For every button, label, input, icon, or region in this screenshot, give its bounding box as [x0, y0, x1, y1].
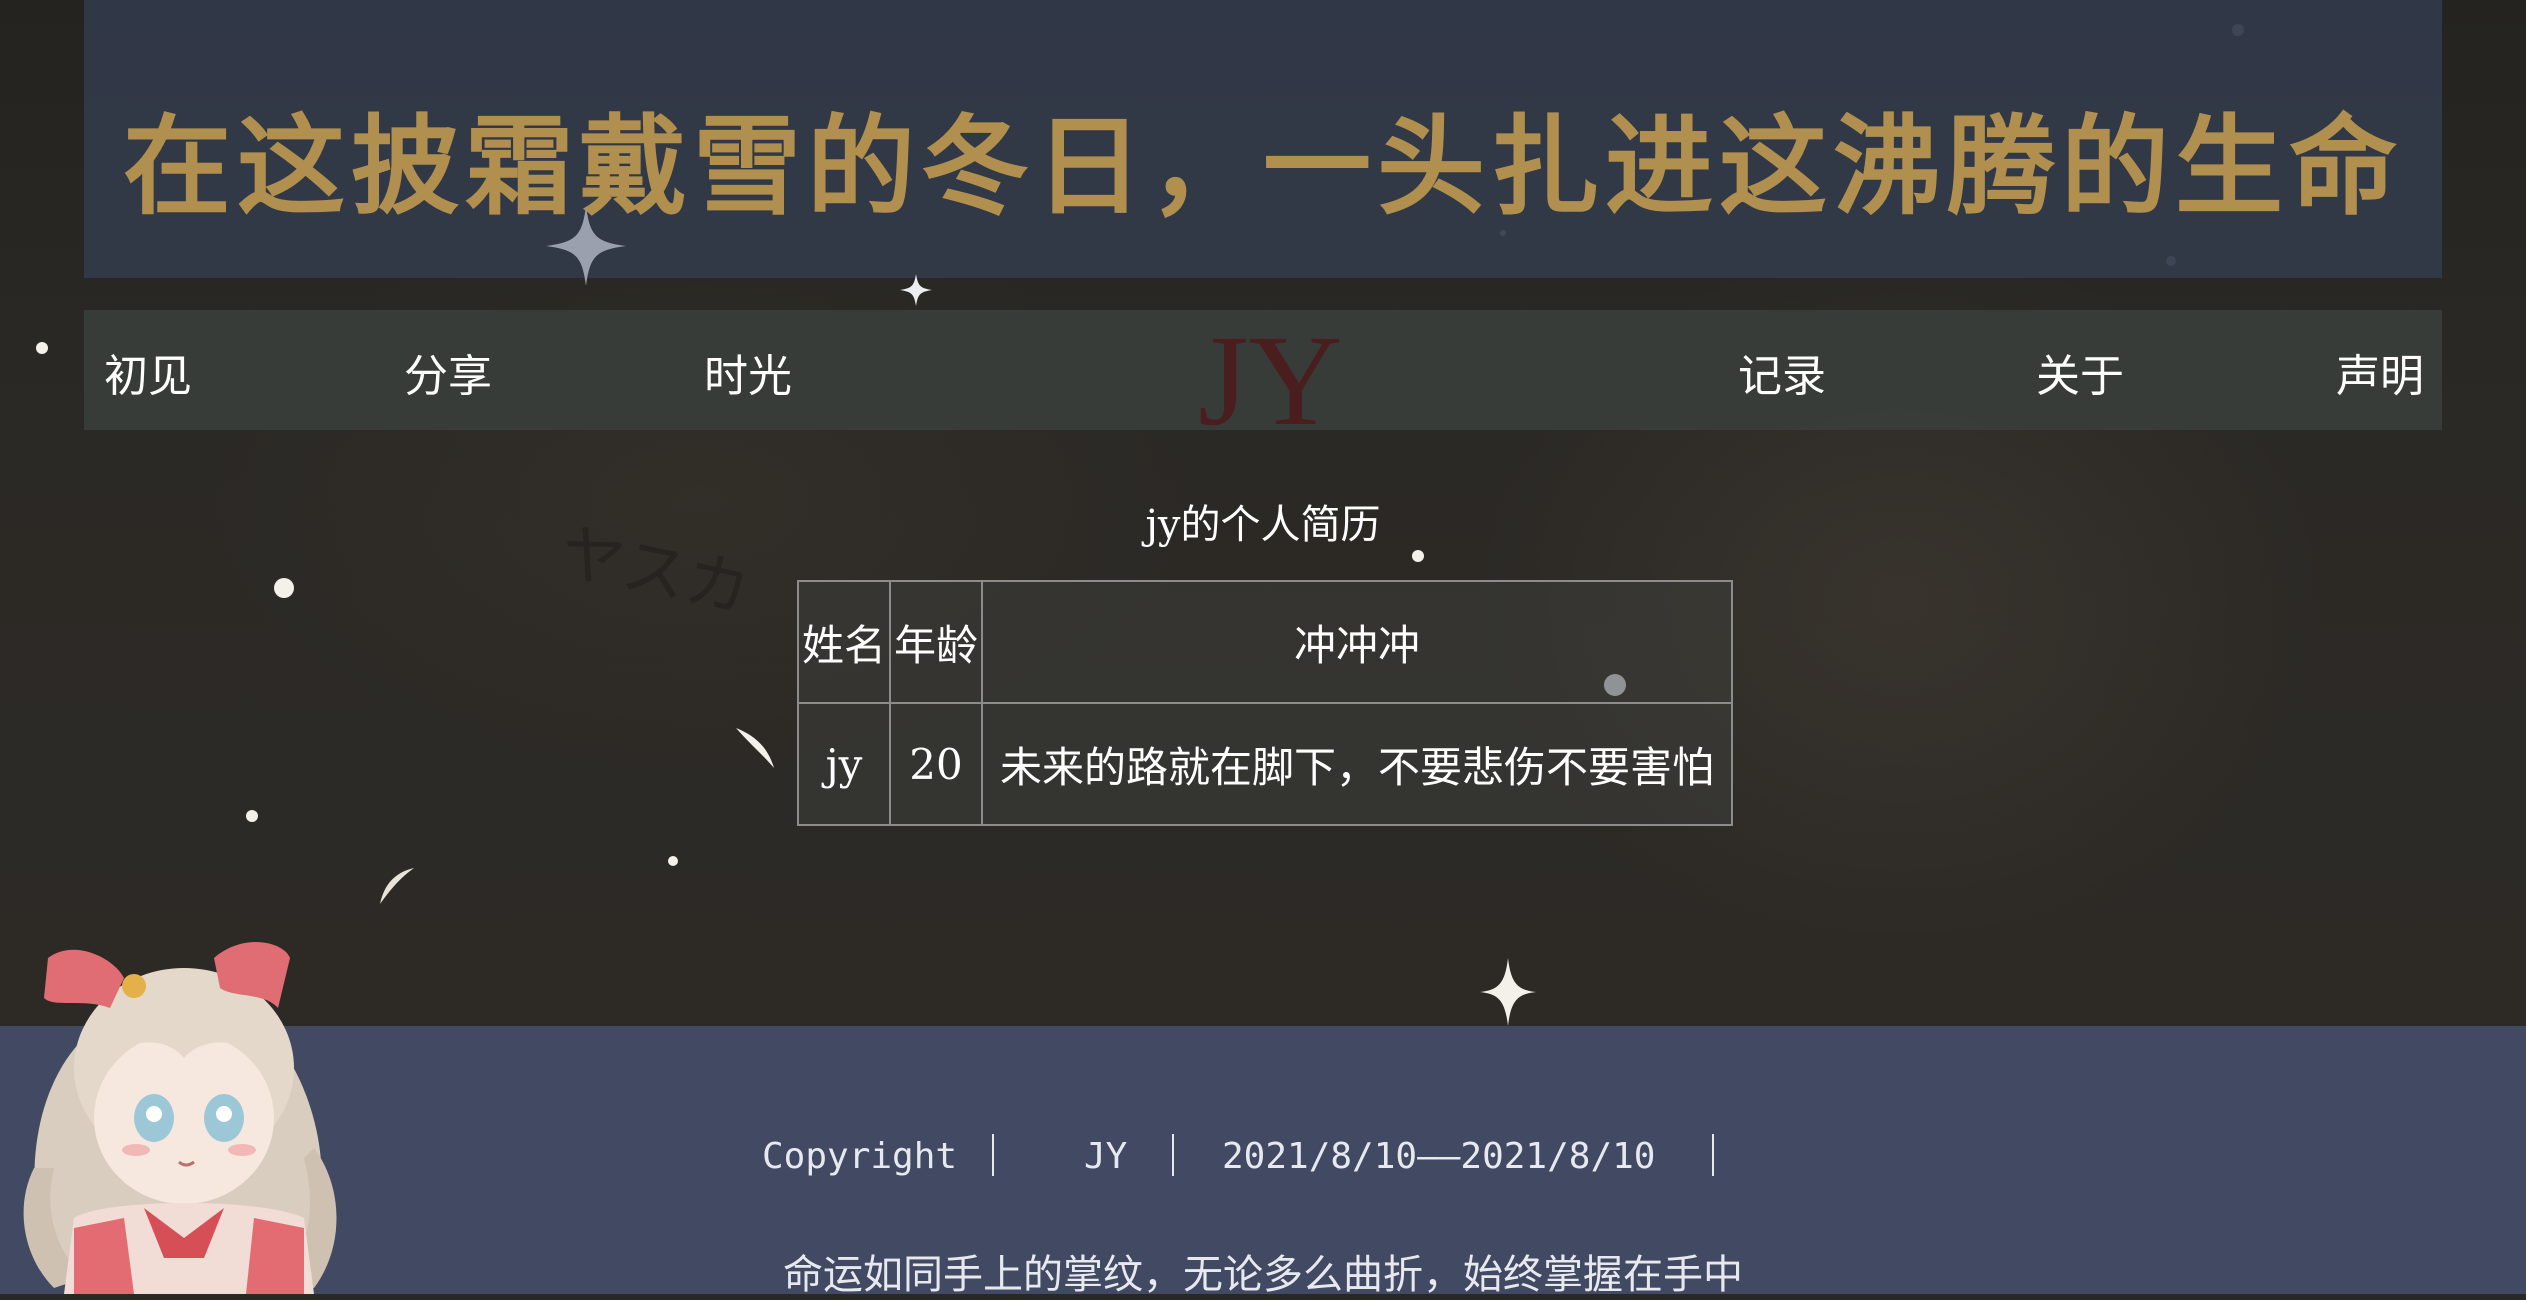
footer-divider [992, 1134, 994, 1176]
background-star [274, 578, 294, 598]
cell-age: 20 [889, 702, 983, 826]
cell-name: jy [797, 702, 891, 826]
sparkle-icon [380, 868, 414, 904]
resume-title: jy的个人简历 [1145, 502, 1381, 548]
header-cell-name: 姓名 [797, 580, 891, 704]
site-logo[interactable]: JY [1198, 306, 1342, 456]
nav-item-time[interactable]: 时光 [704, 340, 792, 404]
nav-item-first-meet[interactable]: 初见 [104, 340, 192, 404]
footer-divider [1712, 1134, 1714, 1176]
footer-copyright: Copyright [762, 1136, 958, 1177]
nav-item-statement[interactable]: 声明 [2336, 340, 2424, 404]
cell-motto: 未来的路就在脚下，不要悲伤不要害怕 [981, 702, 1733, 826]
footer-author: JY [1084, 1136, 1128, 1177]
sparkle-icon [736, 728, 774, 768]
table-row: jy 20 未来的路就在脚下，不要悲伤不要害怕 [797, 702, 1733, 826]
footer-date-range: 2021/8/10——2021/8/10 [1222, 1136, 1656, 1177]
banner-slogan: 在这披霜戴雪的冬日，一头扎进这沸腾的生命 [122, 104, 2403, 230]
background-star [1412, 550, 1424, 562]
resume-table: 姓名 年龄 冲冲冲 jy 20 未来的路就在脚下，不要悲伤不要害怕 [797, 580, 1733, 826]
nav-item-records[interactable]: 记录 [1738, 340, 1826, 404]
footer: Copyright JY 2021/8/10——2021/8/10 命运如同手上… [0, 1026, 2526, 1298]
header-cell-age: 年龄 [889, 580, 983, 704]
mascot-character-image [23, 942, 337, 1294]
footer-motto: 命运如同手上的掌纹，无论多么曲折，始终掌握在手中 [783, 1252, 1743, 1298]
nav-item-share[interactable]: 分享 [404, 340, 492, 404]
nav-item-about[interactable]: 关于 [2036, 340, 2124, 404]
sparkle-icon [900, 274, 932, 306]
background-star [668, 856, 678, 866]
table-header-row: 姓名 年龄 冲冲冲 [797, 580, 1733, 704]
background-star [246, 810, 258, 822]
sparkle-icon [546, 206, 626, 286]
main-nav: 初见 分享 时光 JY 记录 关于 声明 [84, 309, 2442, 453]
header-banner: 在这披霜戴雪的冬日，一头扎进这沸腾的生命 [84, 0, 2442, 306]
background-star [36, 342, 48, 354]
footer-divider [1172, 1134, 1174, 1176]
header-cell-motto: 冲冲冲 [981, 580, 1733, 704]
sparkle-icon [1480, 958, 1536, 1026]
